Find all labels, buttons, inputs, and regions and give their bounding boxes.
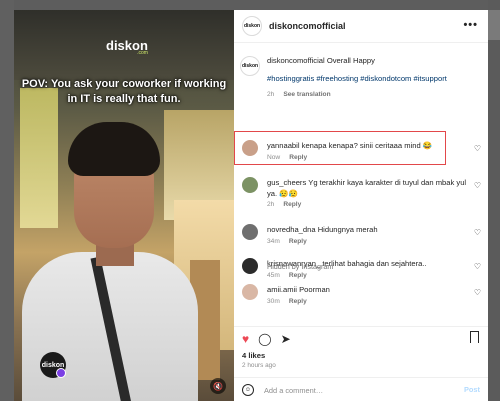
comment-meta: 34m Reply (267, 238, 307, 245)
avatar[interactable] (242, 177, 258, 193)
comment-content: kenapa kenapa? sinii ceritaaa mind 😂 (301, 141, 433, 150)
comment-text: novredha_dna Hidungnya merah (267, 224, 467, 235)
post-timestamp: 2 hours ago (242, 362, 276, 369)
comment-text: diskoncomofficial Overall Happy (267, 55, 467, 66)
comment-meta: 45m Reply (267, 272, 307, 279)
media-watermark-badge (56, 368, 66, 378)
backdrop-card (488, 10, 500, 40)
avatar[interactable] (242, 258, 258, 274)
comment-content: terlihat bahagia dan sejahtera.. (322, 259, 427, 268)
media-brand-logo: diskon .com (106, 38, 148, 56)
reply-button[interactable]: Reply (283, 201, 301, 208)
comment-meta: 30m Reply (267, 298, 307, 305)
comment-username[interactable]: amii.amii (267, 285, 297, 294)
mute-icon[interactable]: 🔇 (210, 378, 226, 394)
comment-meta: Now Reply (267, 154, 308, 161)
hidden-by-instagram-link[interactable]: Hidden by Instagram (267, 262, 333, 271)
backdrop-right (488, 0, 500, 401)
like-icon[interactable]: ♥ (242, 332, 249, 346)
reply-button[interactable]: Reply (289, 298, 307, 305)
comment-text: gus_cheers Yg terakhir kaya karakter di … (267, 177, 467, 199)
post-modal: diskon .com POV: You ask your coworker i… (14, 10, 488, 401)
post-comment-button[interactable]: Post (464, 385, 480, 394)
comments-list[interactable]: diskon diskoncomofficial Overall Happy #… (234, 44, 488, 326)
action-bar: ♥ ◯ ➤ (242, 332, 291, 346)
like-comment-icon[interactable]: ♡ (474, 262, 481, 271)
emoji-icon[interactable]: ☺ (242, 384, 254, 396)
comment-meta: 2h See translation (267, 91, 331, 98)
like-comment-icon[interactable]: ♡ (474, 228, 481, 237)
avatar[interactable] (242, 140, 258, 156)
avatar[interactable]: diskon (240, 56, 260, 76)
like-comment-icon[interactable]: ♡ (474, 181, 481, 190)
likes-count[interactable]: 4 likes (242, 351, 265, 360)
post-side-panel: diskon diskoncomofficial ••• diskon disk… (234, 10, 488, 401)
post-header: diskon diskoncomofficial ••• (234, 10, 488, 43)
comment-content: Hidungnya merah (317, 225, 378, 234)
media-caption: POV: You ask your coworker if working in… (21, 78, 227, 105)
avatar[interactable] (242, 224, 258, 240)
comment-content: Poorman (299, 285, 330, 294)
reply-button[interactable]: Reply (289, 154, 307, 161)
avatar[interactable]: diskon (242, 16, 262, 36)
comment-hashtags[interactable]: #hostinggratis #freehosting #diskondotco… (267, 73, 467, 84)
comment-content: Overall Happy (326, 56, 375, 65)
reply-button[interactable]: Reply (289, 272, 307, 279)
add-comment-input[interactable] (264, 383, 444, 397)
post-media[interactable]: diskon .com POV: You ask your coworker i… (14, 10, 234, 401)
see-translation-button[interactable]: See translation (283, 91, 330, 98)
post-username[interactable]: diskoncomofficial (269, 21, 346, 31)
comment-username[interactable]: yannaabil (267, 141, 300, 150)
more-options-icon[interactable]: ••• (463, 19, 478, 31)
comment-username[interactable]: diskoncomofficial (267, 56, 325, 65)
comment-meta: 2h Reply (267, 201, 302, 208)
like-comment-icon[interactable]: ♡ (474, 288, 481, 297)
like-comment-icon[interactable]: ♡ (474, 144, 481, 153)
reply-button[interactable]: Reply (289, 238, 307, 245)
bookmark-icon[interactable] (470, 331, 479, 343)
comment-icon[interactable]: ◯ (258, 332, 271, 346)
share-icon[interactable]: ➤ (281, 332, 291, 346)
comment-text: amii.amii Poorman (267, 284, 467, 295)
add-comment-row: ☺ Post (234, 377, 488, 401)
backdrop-top (14, 0, 488, 10)
avatar[interactable] (242, 284, 258, 300)
comment-username[interactable]: gus_cheers (267, 178, 306, 187)
media-person-hair (68, 122, 160, 176)
media-window (20, 88, 58, 228)
post-footer: ♥ ◯ ➤ 4 likes 2 hours ago ☺ Post (234, 326, 488, 401)
backdrop-left (0, 0, 14, 401)
comment-text: yannaabil kenapa kenapa? sinii ceritaaa … (267, 140, 467, 151)
comment-username[interactable]: novredha_dna (267, 225, 316, 234)
